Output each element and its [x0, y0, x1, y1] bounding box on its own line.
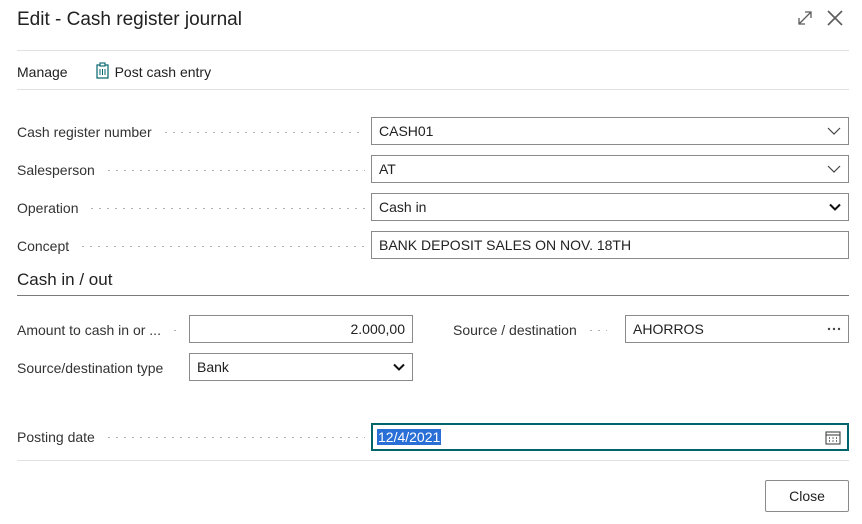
concept-label: Concept: [17, 238, 70, 254]
posting-date-label: Posting date: [17, 429, 95, 445]
cash-register-number-value: CASH01: [379, 123, 434, 139]
action-bar: Manage Post cash entry: [17, 62, 211, 82]
source-destination-type-value: Bank: [197, 359, 229, 375]
more-options-icon[interactable]: [827, 327, 841, 331]
source-destination-type-row: Source/destination type: [17, 359, 186, 377]
amount-row: Amount to cash in or ...: [17, 321, 186, 339]
label-leader: [104, 436, 365, 438]
label-leader: [104, 169, 365, 171]
label-leader: [79, 245, 365, 247]
caret-down-icon[interactable]: [393, 363, 405, 371]
concept-value: BANK DEPOSIT SALES ON NOV. 18TH: [379, 237, 632, 253]
salesperson-field[interactable]: AT: [371, 155, 849, 183]
salesperson-value: AT: [379, 161, 396, 177]
cash-register-number-field[interactable]: CASH01: [371, 117, 849, 145]
salesperson-row: Salesperson: [17, 161, 369, 179]
cash-register-number-label: Cash register number: [17, 124, 152, 140]
source-destination-type-label: Source/destination type: [17, 360, 164, 376]
header-divider: [17, 50, 849, 51]
posting-date-field[interactable]: 12/4/2021: [371, 423, 849, 451]
post-cash-entry-button[interactable]: Post cash entry: [95, 62, 212, 82]
section-divider: [17, 295, 849, 296]
label-leader: [88, 207, 365, 209]
footer-divider: [17, 460, 849, 461]
manage-menu[interactable]: Manage: [17, 64, 68, 80]
dialog-title: Edit - Cash register journal: [17, 9, 242, 30]
amount-field[interactable]: 2.000,00: [189, 315, 413, 343]
label-leader: [170, 329, 182, 331]
posting-date-row: Posting date: [17, 428, 369, 446]
operation-select[interactable]: Cash in: [371, 193, 849, 221]
salesperson-label: Salesperson: [17, 162, 95, 178]
amount-label: Amount to cash in or ...: [17, 322, 161, 338]
source-destination-label: Source / destination: [453, 322, 577, 338]
post-icon: [95, 62, 110, 82]
window-controls: [796, 9, 844, 27]
chevron-down-icon[interactable]: [827, 126, 841, 136]
cash-register-number-row: Cash register number: [17, 123, 369, 141]
expand-icon[interactable]: [796, 9, 814, 27]
caret-down-icon[interactable]: [829, 203, 841, 211]
posting-date-value-wrap: 12/4/2021: [377, 429, 825, 445]
posting-date-value: 12/4/2021: [377, 429, 442, 445]
chevron-down-icon[interactable]: [827, 164, 841, 174]
calendar-icon[interactable]: [825, 430, 841, 445]
operation-value: Cash in: [379, 199, 427, 215]
post-cash-entry-label: Post cash entry: [114, 64, 212, 80]
source-destination-value: AHORROS: [633, 321, 704, 337]
operation-row: Operation: [17, 199, 369, 217]
concept-row: Concept: [17, 237, 369, 255]
toolbar-divider: [17, 89, 849, 90]
label-leader: [586, 329, 607, 331]
close-icon[interactable]: [826, 9, 844, 27]
source-destination-field[interactable]: AHORROS: [625, 315, 849, 343]
source-destination-type-select[interactable]: Bank: [189, 353, 413, 381]
label-leader: [161, 131, 365, 133]
concept-field[interactable]: BANK DEPOSIT SALES ON NOV. 18TH: [371, 231, 849, 259]
cash-in-out-section-title: Cash in / out: [17, 270, 113, 289]
source-destination-row: Source / destination: [453, 321, 611, 339]
close-button[interactable]: Close: [765, 480, 849, 512]
amount-value: 2.000,00: [350, 321, 406, 337]
operation-label: Operation: [17, 200, 79, 216]
